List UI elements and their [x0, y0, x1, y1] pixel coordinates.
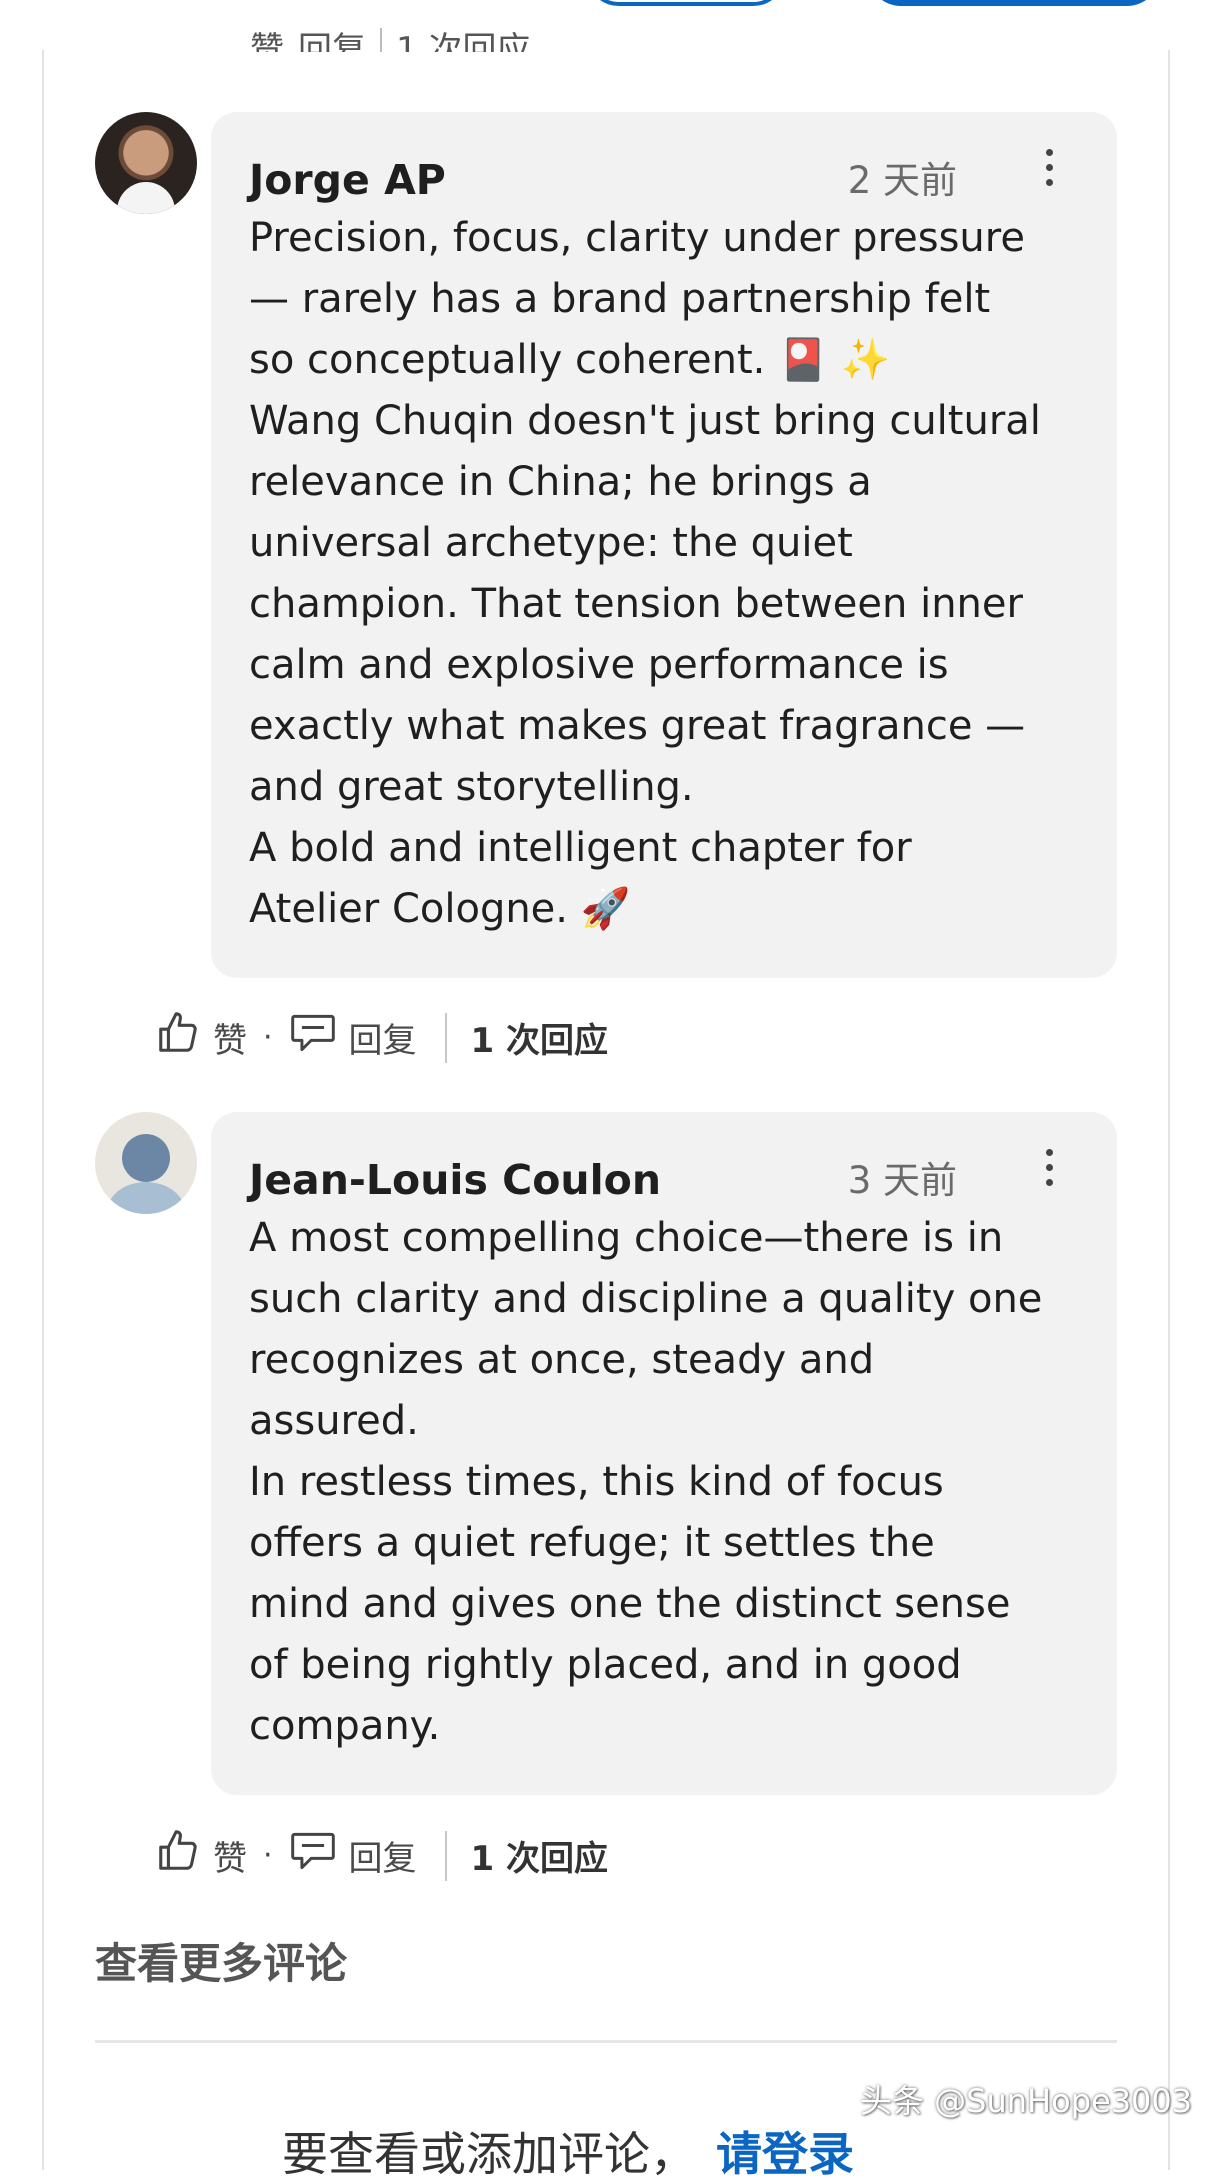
timestamp: 3 天前 — [847, 1159, 957, 1202]
reactions-count[interactable]: 1 次回应 — [471, 1831, 609, 1880]
primary-button[interactable] — [868, 0, 1160, 6]
author-name[interactable]: Jean-Louis Coulon — [249, 1156, 661, 1204]
reply-button[interactable]: 回复 — [349, 1831, 417, 1880]
see-more-comments-link[interactable]: 查看更多评论 — [95, 1930, 347, 1991]
author-name[interactable]: Jorge AP — [249, 156, 446, 204]
divider — [444, 1830, 447, 1881]
login-prompt: 要查看或添加评论， 请登录 — [282, 2118, 854, 2184]
more-options-icon[interactable] — [1039, 1144, 1059, 1194]
previous-comment-actions: 赞 回复 1 次回应 — [0, 0, 1208, 52]
secondary-button[interactable] — [586, 0, 786, 6]
thumbs-up-icon[interactable] — [155, 1828, 201, 1883]
more-options-icon[interactable] — [1039, 144, 1059, 194]
login-link[interactable]: 请登录 — [716, 2127, 854, 2181]
separator-dot: · — [263, 1838, 273, 1873]
divider — [380, 27, 382, 52]
comment-actions: 赞 · 回复 1 次回应 — [155, 1010, 608, 1065]
reactions-count[interactable]: 1 次回应 — [396, 22, 530, 52]
divider — [444, 1012, 447, 1063]
comment-actions: 赞 · 回复 1 次回应 — [155, 1828, 608, 1883]
avatar[interactable] — [95, 1112, 197, 1214]
divider — [95, 2040, 1117, 2043]
watermark: 头条 @SunHope3003 — [860, 2082, 1193, 2120]
comment-bubble: Jean-Louis Coulon 3 天前 A most compelling… — [211, 1112, 1117, 1795]
timestamp: 2 天前 — [847, 159, 957, 202]
comment-text: Precision, focus, clarity under pressure… — [249, 215, 1041, 932]
thumbs-up-icon[interactable] — [155, 1010, 201, 1065]
login-prompt-text: 要查看或添加评论， — [282, 2127, 696, 2181]
reactions-count[interactable]: 1 次回应 — [471, 1013, 609, 1062]
separator-dot: · — [263, 1020, 273, 1055]
comment-bubble: Jorge AP 2 天前 Precision, focus, clarity … — [211, 112, 1117, 978]
reply-button[interactable]: 回复 — [349, 1013, 417, 1062]
top-action-bar: 赞 回复 1 次回应 — [250, 22, 530, 52]
like-button[interactable]: 赞 — [250, 22, 284, 52]
avatar[interactable] — [95, 112, 197, 214]
comment-icon[interactable] — [289, 1830, 337, 1881]
comment-icon[interactable] — [289, 1012, 337, 1063]
reply-button[interactable]: 回复 — [298, 22, 366, 52]
like-button[interactable]: 赞 — [213, 1013, 247, 1062]
like-button[interactable]: 赞 — [213, 1831, 247, 1880]
comment-text: A most compelling choice—there is in suc… — [249, 1215, 1043, 1749]
